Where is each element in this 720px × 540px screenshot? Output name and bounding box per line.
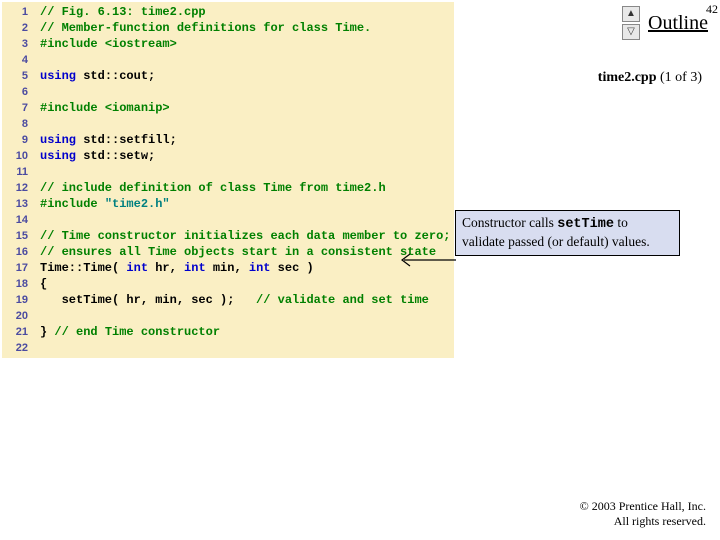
- next-slide-button[interactable]: ▽: [622, 24, 640, 40]
- code-token: "time2.h": [105, 196, 170, 212]
- line-number: 16: [4, 244, 28, 260]
- code-line: 3 #include <iostream>: [4, 36, 450, 52]
- callout-box: Constructor calls setTime to validate pa…: [455, 210, 680, 256]
- line-number: 22: [4, 340, 28, 356]
- code-token: Time::Time(: [40, 260, 126, 276]
- code-token: #include: [40, 196, 105, 212]
- outline-label: Outline: [648, 12, 708, 35]
- code-line: 18 {: [4, 276, 450, 292]
- line-number: 7: [4, 100, 28, 116]
- line-number: 19: [4, 292, 28, 308]
- code-line: 17 Time::Time( int hr, int min, int sec ): [4, 260, 450, 276]
- callout-text-1: Constructor calls: [462, 215, 557, 230]
- code-line: 22: [4, 340, 450, 356]
- code-token: // Member-function definitions for class…: [40, 20, 371, 36]
- code-line: 21} // end Time constructor: [4, 324, 450, 340]
- code-line: 7 #include <iomanip>: [4, 100, 450, 116]
- code-token: int: [249, 260, 271, 276]
- code-token: std::cout;: [83, 68, 155, 84]
- line-number: 3: [4, 36, 28, 52]
- code-line: 11: [4, 164, 450, 180]
- code-token: // Time constructor initializes each dat…: [40, 228, 450, 244]
- footer-line-1: © 2003 Prentice Hall, Inc.: [580, 499, 706, 515]
- code-token: sec ): [270, 260, 313, 276]
- code-token: hr,: [148, 260, 184, 276]
- line-number: 18: [4, 276, 28, 292]
- line-number: 13: [4, 196, 28, 212]
- code-line: 5 using std::cout;: [4, 68, 450, 84]
- prev-slide-button[interactable]: ▲: [622, 6, 640, 22]
- code-token: // include definition of class Time from…: [40, 180, 386, 196]
- file-name: time2.cpp: [598, 70, 657, 85]
- line-number: 1: [4, 4, 28, 20]
- code-line: 19 setTime( hr, min, sec ); // validate …: [4, 292, 450, 308]
- code-token: // validate and set time: [256, 292, 429, 308]
- code-token: <iomanip>: [105, 100, 170, 116]
- line-number: 12: [4, 180, 28, 196]
- code-token: using: [40, 68, 83, 84]
- code-token: min,: [206, 260, 249, 276]
- line-number: 9: [4, 132, 28, 148]
- code-line: 14: [4, 212, 450, 228]
- copyright-footer: © 2003 Prentice Hall, Inc. All rights re…: [580, 499, 706, 530]
- line-number: 17: [4, 260, 28, 276]
- nav-arrows: ▲ ▽: [622, 6, 640, 40]
- code-token: #include: [40, 100, 105, 116]
- line-number: 2: [4, 20, 28, 36]
- line-number: 15: [4, 228, 28, 244]
- callout-code: setTime: [557, 217, 614, 232]
- file-caption: time2.cpp (1 of 3): [598, 70, 702, 86]
- line-number: 11: [4, 164, 28, 180]
- code-line: 9 using std::setfill;: [4, 132, 450, 148]
- line-number: 4: [4, 52, 28, 68]
- code-line: 6: [4, 84, 450, 100]
- code-line: 16 // ensures all Time objects start in a…: [4, 244, 450, 260]
- line-number: 6: [4, 84, 28, 100]
- code-line: 15 // Time constructor initializes each d…: [4, 228, 450, 244]
- code-token: #include: [40, 36, 105, 52]
- code-listing: 1 // Fig. 6.13: time2.cpp 2 // Member-funct…: [2, 2, 454, 358]
- code-line: 1 // Fig. 6.13: time2.cpp: [4, 4, 450, 20]
- line-number: 14: [4, 212, 28, 228]
- file-part: (1 of 3): [660, 70, 702, 85]
- code-line: 20: [4, 308, 450, 324]
- code-line: 12 // include definition of class Time fr…: [4, 180, 450, 196]
- code-line: 13 #include "time2.h": [4, 196, 450, 212]
- code-line: 2 // Member-function definitions for clas…: [4, 20, 450, 36]
- code-line: 8: [4, 116, 450, 132]
- line-number: 21: [4, 324, 28, 340]
- code-line: 4: [4, 52, 450, 68]
- code-token: std::setw;: [83, 148, 155, 164]
- line-number: 10: [4, 148, 28, 164]
- line-number: 20: [4, 308, 28, 324]
- code-token: setTime( hr, min, sec );: [40, 292, 256, 308]
- code-token: {: [40, 276, 47, 292]
- code-token: <iostream>: [105, 36, 177, 52]
- code-token: // ensures all Time objects start in a c…: [40, 244, 436, 260]
- code-line: 10 using std::setw;: [4, 148, 450, 164]
- code-token: int: [184, 260, 206, 276]
- outline-group: ▲ ▽ Outline: [622, 6, 708, 40]
- code-token: using: [40, 148, 83, 164]
- code-token: using: [40, 132, 83, 148]
- line-number: 5: [4, 68, 28, 84]
- code-token: std::setfill;: [83, 132, 177, 148]
- code-token: }: [40, 324, 54, 340]
- line-number: 8: [4, 116, 28, 132]
- code-token: // end Time constructor: [54, 324, 220, 340]
- footer-line-2: All rights reserved.: [580, 514, 706, 530]
- code-token: // Fig. 6.13: time2.cpp: [40, 4, 206, 20]
- code-token: int: [126, 260, 148, 276]
